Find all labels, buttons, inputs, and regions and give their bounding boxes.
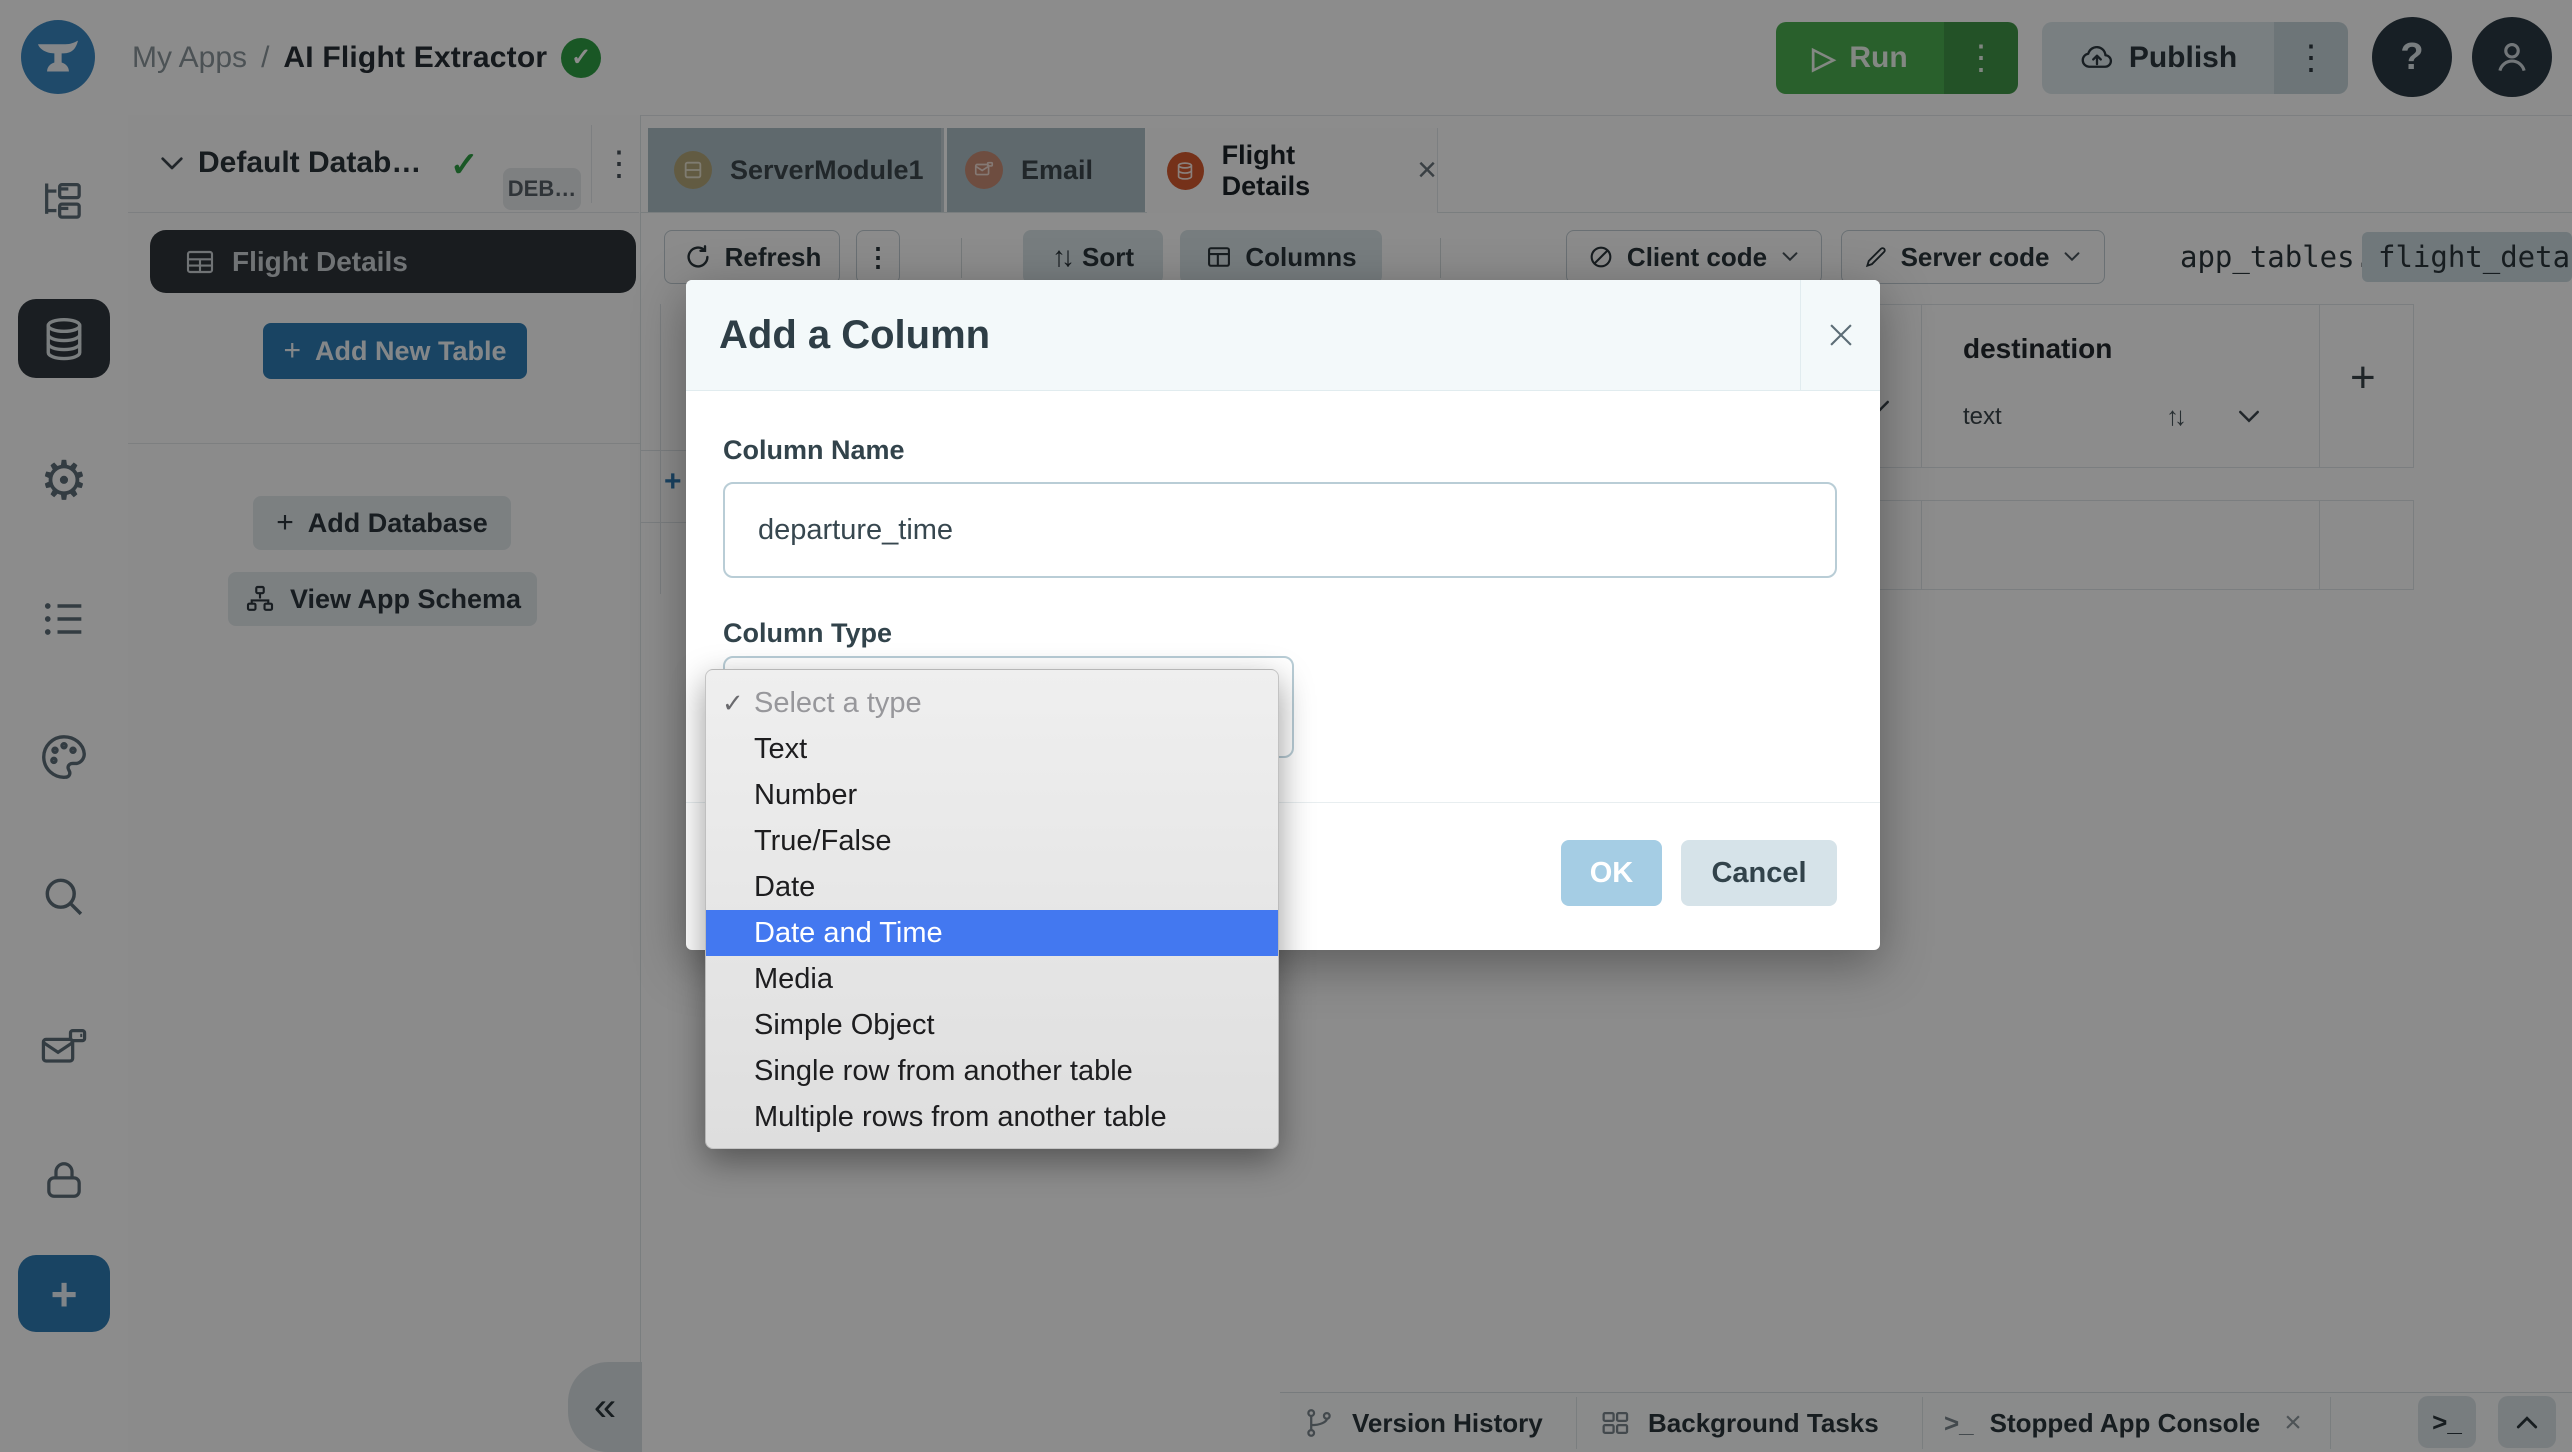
type-option-label: Text bbox=[754, 732, 808, 765]
type-option-media[interactable]: Media bbox=[706, 956, 1278, 1002]
modal-header: Add a Column bbox=[686, 280, 1880, 391]
type-option-label: Single row from another table bbox=[754, 1054, 1133, 1087]
check-icon: ✓ bbox=[722, 687, 744, 718]
type-option-text[interactable]: Text bbox=[706, 726, 1278, 772]
column-name-label: Column Name bbox=[723, 435, 905, 465]
type-option-label: Select a type bbox=[754, 686, 922, 719]
type-option-true-false[interactable]: True/False bbox=[706, 818, 1278, 864]
close-x-icon bbox=[1830, 324, 1852, 346]
modal-title: Add a Column bbox=[719, 312, 991, 357]
type-option-single-row[interactable]: Single row from another table bbox=[706, 1048, 1278, 1094]
type-option-date-and-time[interactable]: Date and Time bbox=[706, 910, 1278, 956]
type-option-number[interactable]: Number bbox=[706, 772, 1278, 818]
type-option-label: Date and Time bbox=[754, 916, 943, 949]
modal-close-button[interactable] bbox=[1800, 280, 1881, 390]
cancel-button[interactable]: Cancel bbox=[1681, 840, 1837, 906]
type-option-multiple-rows[interactable]: Multiple rows from another table bbox=[706, 1094, 1278, 1140]
type-option-date[interactable]: Date bbox=[706, 864, 1278, 910]
anvil-editor: My Apps / AI Flight Extractor ✓ ▷ Run ⋮ … bbox=[0, 0, 2572, 1452]
type-option-label: Number bbox=[754, 778, 858, 811]
ok-button[interactable]: OK bbox=[1561, 840, 1662, 906]
type-option-label: Media bbox=[754, 962, 833, 995]
type-option-label: True/False bbox=[754, 824, 892, 857]
type-option-simple-object[interactable]: Simple Object bbox=[706, 1002, 1278, 1048]
column-name-input[interactable] bbox=[723, 482, 1837, 578]
type-option-label: Simple Object bbox=[754, 1008, 935, 1041]
type-option-select-a-type[interactable]: ✓ Select a type bbox=[706, 680, 1278, 726]
type-option-label: Multiple rows from another table bbox=[754, 1100, 1167, 1133]
column-type-label: Column Type bbox=[723, 618, 893, 648]
type-option-label: Date bbox=[754, 870, 816, 903]
column-type-menu: ✓ Select a type Text Number True/False D… bbox=[705, 669, 1279, 1149]
